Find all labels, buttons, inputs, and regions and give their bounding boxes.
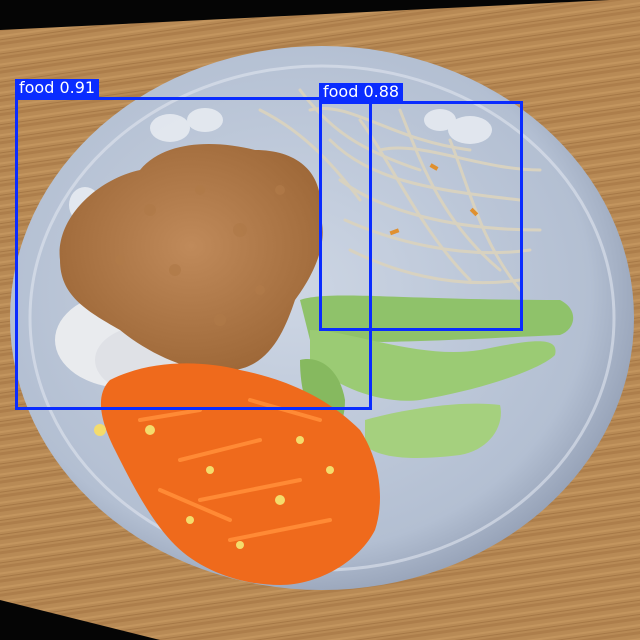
detection-box-2 bbox=[319, 101, 523, 331]
detection-label-2: food 0.88 bbox=[319, 83, 404, 101]
detection-label-1: food 0.91 bbox=[15, 79, 100, 97]
